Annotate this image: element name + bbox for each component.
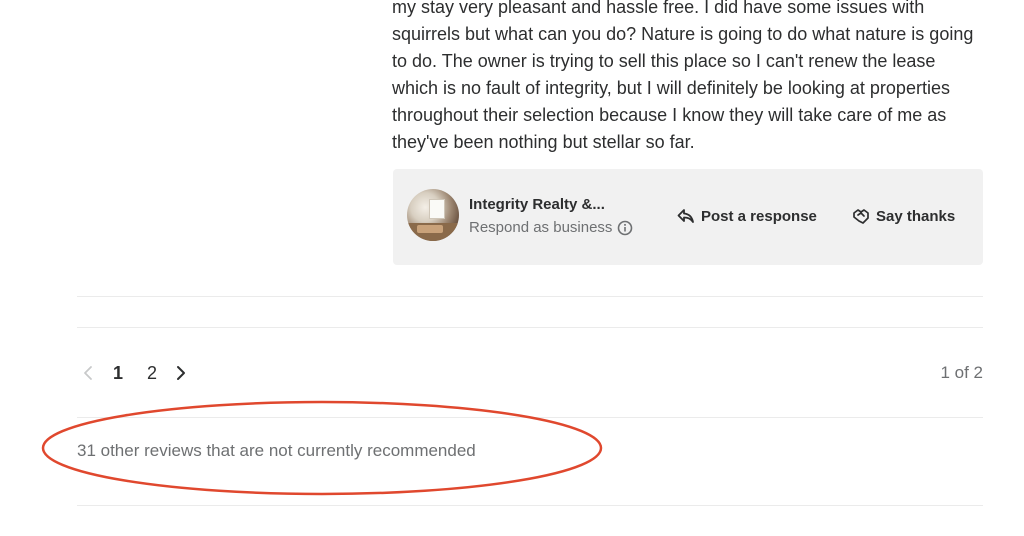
divider <box>77 505 983 506</box>
page-count: 1 of 2 <box>940 363 983 382</box>
handshake-icon <box>853 209 869 224</box>
say-thanks-label: Say thanks <box>876 207 956 225</box>
pagination-page-2[interactable]: 2 <box>135 363 169 384</box>
divider <box>77 296 983 297</box>
business-avatar[interactable] <box>407 189 459 241</box>
pagination: 1 2 <box>77 361 193 385</box>
info-icon[interactable] <box>617 220 633 236</box>
post-response-button[interactable]: Post a response <box>677 207 817 225</box>
chevron-left-icon <box>84 366 92 380</box>
review-text: my stay very pleasant and hassle free. I… <box>392 0 974 152</box>
business-name[interactable]: Integrity Realty &... <box>469 196 605 213</box>
business-response-card: Integrity Realty &... Respond as busines… <box>393 169 983 265</box>
say-thanks-button[interactable]: Say thanks <box>852 207 955 225</box>
post-response-label: Post a response <box>701 207 817 225</box>
reply-arrow-icon <box>677 209 694 223</box>
pagination-page-1[interactable]: 1 <box>101 363 135 384</box>
chevron-right-icon <box>177 366 185 380</box>
not-recommended-reviews-link[interactable]: 31 other reviews that are not currently … <box>77 441 476 461</box>
divider <box>77 417 983 418</box>
divider <box>77 327 983 328</box>
pagination-prev[interactable] <box>77 361 101 385</box>
respond-as-business[interactable]: Respond as business <box>469 219 633 236</box>
respond-as-business-label: Respond as business <box>469 219 613 236</box>
pagination-next[interactable] <box>169 361 193 385</box>
